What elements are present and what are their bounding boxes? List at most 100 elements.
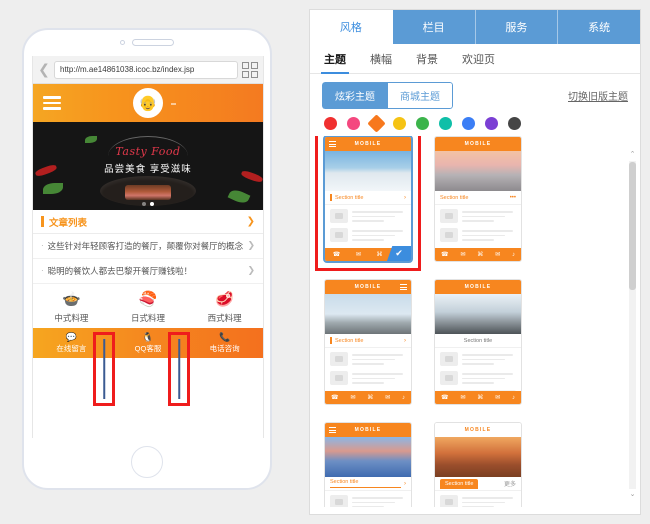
template-mobile-label: MOBILE bbox=[464, 141, 492, 147]
template-text-line bbox=[352, 373, 404, 375]
annotated-template-wrapper: MOBILESection title›☎✉⌘✉✔ bbox=[315, 136, 421, 271]
template-text-line bbox=[352, 358, 396, 360]
phone-mockup: ❮ http://m.ae14861038.icoc.bz/index.jsp … bbox=[22, 28, 272, 490]
leaf-decor-icon bbox=[85, 136, 97, 143]
divider-line bbox=[178, 339, 180, 399]
button-label: 商城主题 bbox=[400, 92, 440, 103]
phone-top-bezel bbox=[24, 30, 270, 54]
article-list-item[interactable]: · 聪明的餐饮人都去巴黎开餐厅赚钱啦！ ❯ bbox=[33, 259, 263, 284]
template-mobile-label: MOBILE bbox=[464, 427, 492, 433]
template-thumb-placeholder bbox=[330, 371, 348, 385]
category-item-japanese[interactable]: 🍣 日式料理 bbox=[110, 292, 187, 324]
qr-code-icon[interactable] bbox=[242, 61, 258, 78]
template-thumb-placeholder bbox=[330, 495, 348, 507]
subtab-welcome-page[interactable]: 欢迎页 bbox=[462, 44, 495, 74]
scrollbar-thumb[interactable] bbox=[629, 162, 636, 290]
tab-columns[interactable]: 栏目 bbox=[393, 10, 476, 44]
panel-scrollbar[interactable]: ⌃ ⌄ bbox=[628, 150, 637, 500]
banner-carousel-dots[interactable] bbox=[142, 202, 154, 206]
color-swatch-red[interactable] bbox=[324, 117, 337, 130]
bottom-nav-label: QQ客服 bbox=[134, 344, 162, 353]
template-hero-image bbox=[435, 151, 521, 191]
template-header: MOBILE bbox=[435, 137, 521, 151]
carousel-dot-active[interactable] bbox=[150, 202, 154, 206]
category-item-chinese[interactable]: 🍲 中式料理 bbox=[33, 292, 110, 324]
chevron-right-icon: ❯ bbox=[247, 265, 255, 275]
template-section-title: Section title bbox=[463, 337, 493, 344]
template-header: MOBILE bbox=[325, 423, 411, 437]
subtab-banner[interactable]: 横幅 bbox=[370, 44, 392, 74]
template-card[interactable]: MOBILESection title›☎✉⌘✉✔ bbox=[323, 136, 413, 263]
template-hamburger-icon bbox=[400, 283, 407, 291]
chevron-right-icon[interactable]: ❯ bbox=[247, 216, 255, 227]
color-swatch-pink[interactable] bbox=[347, 117, 360, 130]
article-list-item[interactable]: · 这些针对年轻顾客打造的餐厅，颠覆你对餐厅的概念 ❯ bbox=[33, 234, 263, 259]
screenshot-root: ❮ http://m.ae14861038.icoc.bz/index.jsp … bbox=[0, 0, 650, 524]
category-label: 日式料理 bbox=[131, 313, 166, 323]
speaker-grille-icon bbox=[132, 38, 174, 46]
template-more-label: 更多 bbox=[503, 482, 516, 488]
hero-banner[interactable]: Tasty Food 品尝美食 享受滋味 bbox=[33, 122, 263, 210]
chevron-left-icon[interactable]: ❮ bbox=[38, 61, 50, 78]
template-hero-image bbox=[325, 151, 411, 191]
color-swatch-orange[interactable] bbox=[367, 114, 386, 133]
site-bottom-nav: 💬 在线留言 🐧 QQ客服 📞 电话咨询 bbox=[33, 328, 263, 358]
template-text-line bbox=[352, 497, 404, 499]
template-text-line bbox=[352, 220, 385, 222]
template-header: MOBILE bbox=[325, 280, 411, 294]
color-swatch-row bbox=[310, 109, 640, 136]
hamburger-menu-icon[interactable] bbox=[43, 93, 61, 113]
scroll-up-arrow-icon[interactable]: ⌃ bbox=[628, 150, 637, 160]
template-thumb-placeholder bbox=[330, 209, 348, 223]
template-card[interactable]: MOBILESection title›☎✉⌘✉♪ bbox=[324, 279, 412, 405]
template-header: MOBILE bbox=[435, 280, 521, 294]
theme-toolbar: 炫彩主题 商城主题 切换旧版主题 bbox=[310, 74, 640, 109]
template-content-rows bbox=[435, 205, 521, 246]
switch-old-theme-link[interactable]: 切换旧版主题 bbox=[568, 88, 628, 103]
button-colorful-theme[interactable]: 炫彩主题 bbox=[322, 82, 387, 109]
bottom-nav-label: 电话咨询 bbox=[209, 344, 240, 353]
template-section-accent-bar bbox=[330, 194, 332, 201]
color-swatch-blue[interactable] bbox=[462, 117, 475, 130]
template-mobile-label: MOBILE bbox=[464, 284, 492, 290]
subtab-theme[interactable]: 主题 bbox=[321, 44, 349, 74]
home-button-icon[interactable] bbox=[131, 446, 163, 478]
annotation-box-divider-2 bbox=[168, 332, 190, 406]
button-mall-theme[interactable]: 商城主题 bbox=[387, 82, 453, 109]
tab-system[interactable]: 系统 bbox=[558, 10, 640, 44]
category-item-western[interactable]: 🥩 西式料理 bbox=[186, 292, 263, 324]
carousel-dot[interactable] bbox=[142, 202, 146, 206]
bottom-nav-phone[interactable]: 📞 电话咨询 bbox=[186, 328, 263, 358]
template-section-row: Section title › bbox=[325, 477, 411, 491]
tab-services[interactable]: 服务 bbox=[476, 10, 559, 44]
steak-decor bbox=[125, 185, 171, 200]
template-text-line bbox=[352, 234, 396, 236]
color-swatch-green[interactable] bbox=[416, 117, 429, 130]
scroll-down-arrow-icon[interactable]: ⌄ bbox=[628, 490, 637, 500]
button-label: 炫彩主题 bbox=[335, 92, 375, 103]
color-swatch-teal[interactable] bbox=[439, 117, 452, 130]
chili-decor-icon bbox=[240, 169, 263, 184]
template-card[interactable]: MOBILE Section title ••• ☎ ✉ ⌘ ✉ ♪ bbox=[434, 136, 522, 262]
template-content-row bbox=[330, 228, 406, 242]
tab-style[interactable]: 风格 bbox=[310, 10, 393, 44]
template-hero-image bbox=[325, 437, 411, 477]
template-card[interactable]: MOBILESection title更多☎✉⌘✉♪ bbox=[434, 279, 522, 405]
template-footer-icon: ⌘ bbox=[477, 395, 484, 401]
subtab-background[interactable]: 背景 bbox=[416, 44, 438, 74]
tab-label: 系统 bbox=[588, 22, 611, 34]
template-card[interactable]: MOBILESection title更多☎✉⌘✉♪ bbox=[434, 422, 522, 507]
url-bar[interactable]: http://m.ae14861038.icoc.bz/index.jsp bbox=[54, 60, 238, 79]
color-swatch-dark-gray[interactable] bbox=[508, 117, 521, 130]
template-text-line bbox=[462, 377, 506, 379]
article-section-header[interactable]: 文章列表 ❯ bbox=[33, 210, 263, 234]
template-footer-icon: ✉ bbox=[385, 395, 391, 401]
template-thumb-placeholder bbox=[330, 228, 348, 242]
color-swatch-yellow[interactable] bbox=[393, 117, 406, 130]
color-swatch-purple[interactable] bbox=[485, 117, 498, 130]
template-section-title: Section title bbox=[335, 194, 364, 201]
template-card[interactable]: MOBILESection title›☎✉⌘✉♪ bbox=[324, 422, 412, 507]
theme-settings-panel: 风格 栏目 服务 系统 主题 横幅 背景 欢迎页 炫彩主题 商城主题 切换旧版主… bbox=[309, 9, 641, 515]
chef-logo-icon[interactable]: 👴 bbox=[133, 88, 163, 118]
template-footer-icon: ✉ bbox=[460, 395, 466, 401]
